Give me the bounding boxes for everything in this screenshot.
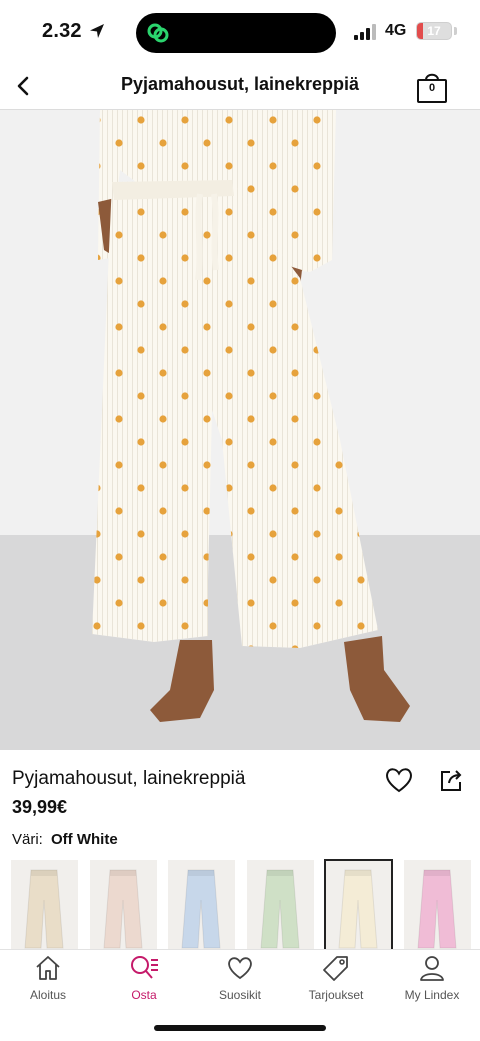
share-icon [441, 770, 462, 791]
shopping-bag-button[interactable]: 0 [414, 68, 450, 104]
swatch-thumbnail [181, 869, 221, 949]
color-swatch[interactable] [89, 860, 157, 950]
location-arrow-icon [90, 24, 104, 38]
app-activity-icon [147, 23, 169, 43]
color-swatch[interactable] [324, 859, 394, 951]
nav-item-my-lindex[interactable]: My Lindex [384, 954, 480, 1014]
share-button[interactable] [438, 766, 466, 794]
tag-icon [323, 956, 348, 981]
color-swatch[interactable] [246, 860, 314, 950]
nav-label: Tarjoukset [308, 988, 364, 1002]
color-swatch[interactable] [11, 860, 78, 950]
home-indicator[interactable] [154, 1025, 326, 1031]
swatch-thumbnail [417, 869, 457, 949]
nav-item-suosikit[interactable]: Suosikit [192, 954, 288, 1014]
user-icon [420, 956, 444, 981]
color-swatch[interactable] [168, 860, 236, 950]
status-time: 2.32 [42, 20, 82, 42]
nav-label: Suosikit [218, 988, 262, 1002]
battery-icon: 17 [416, 22, 452, 40]
color-label: Väri: [12, 831, 43, 848]
nav-item-osta[interactable]: Osta [96, 954, 192, 1014]
bag-count: 0 [428, 82, 436, 94]
cellular-signal-icon [354, 24, 376, 40]
color-swatches [11, 859, 480, 951]
heart-outline-icon [386, 768, 412, 793]
image-pagination [0, 723, 480, 735]
color-swatch[interactable] [404, 860, 471, 950]
swatch-thumbnail [338, 869, 378, 949]
color-row: Väri: Off White [12, 831, 118, 848]
favorite-button[interactable] [384, 765, 414, 795]
color-value: Off White [51, 831, 118, 848]
nav-label: Osta [131, 988, 157, 1002]
product-name: Pyjamahousut, lainekreppiä [12, 768, 246, 789]
nav-label: My Lindex [404, 988, 460, 1002]
home-icon [36, 956, 60, 980]
nav-item-tarjoukset[interactable]: Tarjoukset [288, 954, 384, 1014]
status-bar: 2.32 4G 17 [0, 0, 480, 64]
search-list-icon [131, 956, 158, 979]
network-type: 4G [385, 22, 407, 39]
product-image[interactable] [0, 110, 480, 750]
product-price: 39,99€ [12, 797, 68, 817]
chevron-left-icon [17, 76, 29, 96]
nav-item-aloitus[interactable]: Aloitus [0, 954, 96, 1014]
battery-percent: 17 [427, 24, 441, 38]
app-header: Pyjamahousut, lainekreppiä 0 [0, 64, 480, 110]
back-button[interactable] [8, 70, 40, 102]
heart-icon [228, 957, 252, 980]
product-photo [0, 110, 480, 750]
swatch-thumbnail [260, 869, 300, 949]
nav-label: Aloitus [29, 988, 67, 1002]
dynamic-island [136, 13, 336, 53]
swatch-thumbnail [103, 869, 143, 949]
page-title: Pyjamahousut, lainekreppiä [120, 74, 360, 94]
battery-nub [454, 27, 457, 35]
swatch-thumbnail [24, 869, 64, 949]
